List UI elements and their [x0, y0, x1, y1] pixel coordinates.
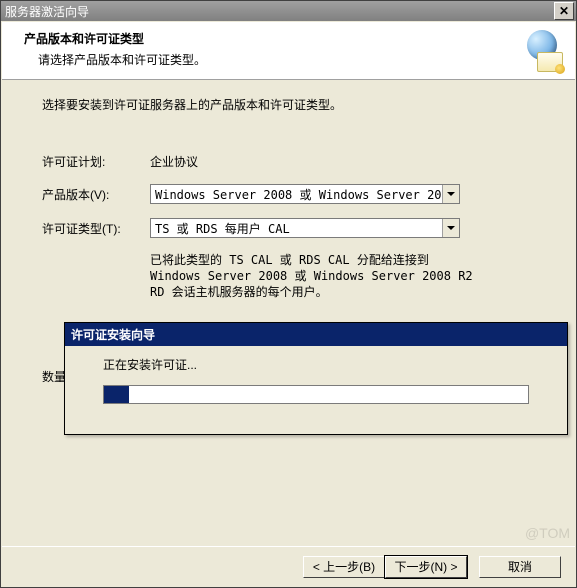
wizard-body: 产品版本和许可证类型 请选择产品版本和许可证类型。 选择要安装到许可证服务器上的…: [2, 22, 575, 545]
next-button[interactable]: 下一步(N) >: [385, 556, 467, 578]
close-icon: ✕: [559, 5, 569, 17]
cal-description: 已将此类型的 TS CAL 或 RDS CAL 分配给连接到 Windows S…: [150, 252, 480, 301]
select-license-type-text: TS 或 RDS 每用户 CAL: [155, 220, 442, 237]
row-version: 产品版本(V): Windows Server 2008 或 Windows S…: [42, 184, 547, 204]
window-title: 服务器激活向导: [5, 3, 554, 20]
footer: < 上一步(B) 下一步(N) > 取消: [2, 546, 575, 586]
titlebar: 服务器激活向导 ✕: [1, 1, 576, 21]
progress-bar-fill: [104, 386, 129, 403]
back-button[interactable]: < 上一步(B): [303, 556, 385, 578]
select-license-type[interactable]: TS 或 RDS 每用户 CAL: [150, 218, 460, 238]
header-title: 产品版本和许可证类型: [24, 30, 559, 47]
label-plan: 许可证计划:: [42, 153, 150, 170]
row-plan: 许可证计划: 企业协议: [42, 153, 547, 170]
progress-dialog: 许可证安装向导 正在安装许可证...: [64, 322, 568, 435]
close-button[interactable]: ✕: [554, 2, 574, 20]
label-license-type: 许可证类型(T):: [42, 220, 150, 237]
progress-dialog-title: 许可证安装向导: [65, 323, 567, 346]
select-product-version[interactable]: Windows Server 2008 或 Windows Server 200…: [150, 184, 460, 204]
instruction-text: 选择要安装到许可证服务器上的产品版本和许可证类型。: [42, 96, 547, 113]
nav-button-group: < 上一步(B) 下一步(N) >: [303, 556, 467, 578]
wizard-window: 服务器激活向导 ✕ 产品版本和许可证类型 请选择产品版本和许可证类型。 选择要安…: [0, 0, 577, 588]
chevron-down-icon: [442, 219, 459, 237]
label-version: 产品版本(V):: [42, 186, 150, 203]
chevron-down-icon: [442, 185, 459, 203]
cancel-button[interactable]: 取消: [479, 556, 561, 578]
header-subtitle: 请选择产品版本和许可证类型。: [38, 51, 559, 68]
header-pane: 产品版本和许可证类型 请选择产品版本和许可证类型。: [2, 22, 575, 80]
value-plan: 企业协议: [150, 153, 547, 170]
progress-status-text: 正在安装许可证...: [103, 356, 529, 373]
header-icon: [519, 30, 563, 74]
progress-bar: [103, 385, 529, 404]
certificate-icon: [537, 52, 563, 72]
progress-dialog-body: 正在安装许可证...: [65, 346, 567, 434]
select-product-version-text: Windows Server 2008 或 Windows Server 200…: [155, 186, 442, 203]
content-area: 选择要安装到许可证服务器上的产品版本和许可证类型。 许可证计划: 企业协议 产品…: [2, 80, 575, 301]
row-license-type: 许可证类型(T): TS 或 RDS 每用户 CAL: [42, 218, 547, 238]
